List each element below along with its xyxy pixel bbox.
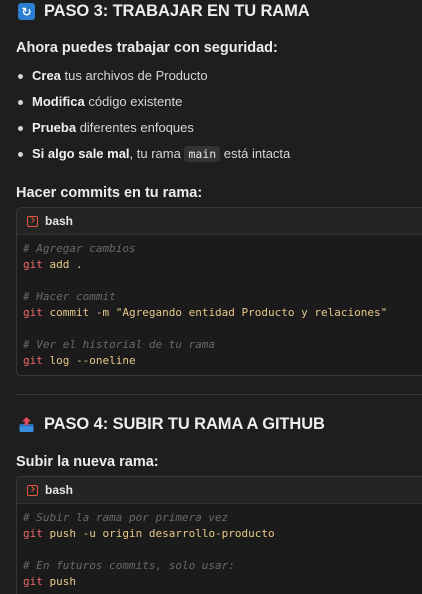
- list-item: Modifica código existente: [16, 92, 290, 118]
- list-item: Prueba diferentes enfoques: [16, 118, 290, 144]
- terminal-icon: [27, 484, 38, 496]
- section-divider: [16, 394, 422, 395]
- refresh-icon: ↻: [18, 3, 35, 20]
- step3-intro: Ahora puedes trabajar con seguridad:: [16, 40, 278, 56]
- list-item: Si algo sale mal, tu rama main está inta…: [16, 144, 290, 170]
- step4-title: PASO 4: SUBIR TU RAMA A GITHUB: [44, 415, 325, 433]
- code-comment: # Agregar cambios: [23, 242, 136, 255]
- push-heading: Subir la nueva rama:: [16, 454, 159, 470]
- inline-code: main: [184, 146, 221, 162]
- terminal-icon: [27, 215, 38, 227]
- step3-title: PASO 3: TRABAJAR EN TU RAMA: [44, 2, 310, 20]
- code-comment: # Subir la rama por primera vez: [23, 511, 229, 524]
- code-block-commits: bash # Agregar cambios git add . # Hacer…: [16, 207, 422, 376]
- step3-bullet-list: Crea tus archivos de Producto Modifica c…: [16, 66, 290, 170]
- code-line: git push -u origin desarrollo-producto: [23, 527, 275, 540]
- code-line: git log --oneline: [23, 354, 136, 367]
- code-line: git commit -m "Agregando entidad Product…: [23, 306, 388, 319]
- code-comment: # Hacer commit: [23, 290, 116, 303]
- list-item: Crea tus archivos de Producto: [16, 66, 290, 92]
- code-comment: # Ver el historial de tu rama: [23, 338, 216, 351]
- code-body[interactable]: # Subir la rama por primera vez git push…: [17, 504, 422, 590]
- code-block-push: bash # Subir la rama por primera vez git…: [16, 476, 422, 594]
- code-block-header: bash: [17, 477, 422, 504]
- commits-heading: Hacer commits en tu rama:: [16, 185, 203, 201]
- code-language: bash: [45, 483, 74, 497]
- code-line: git push: [23, 575, 76, 588]
- outbox-tray-icon: [18, 416, 35, 433]
- code-comment: # En futuros commits, solo usar:: [23, 559, 235, 572]
- step3-heading: ↻ PASO 3: TRABAJAR EN TU RAMA: [18, 2, 310, 21]
- code-language: bash: [45, 214, 74, 228]
- code-body[interactable]: # Agregar cambios git add . # Hacer comm…: [17, 235, 422, 369]
- code-block-header: bash: [17, 208, 422, 235]
- code-line: git add .: [23, 258, 83, 271]
- step4-heading: PASO 4: SUBIR TU RAMA A GITHUB: [18, 415, 325, 434]
